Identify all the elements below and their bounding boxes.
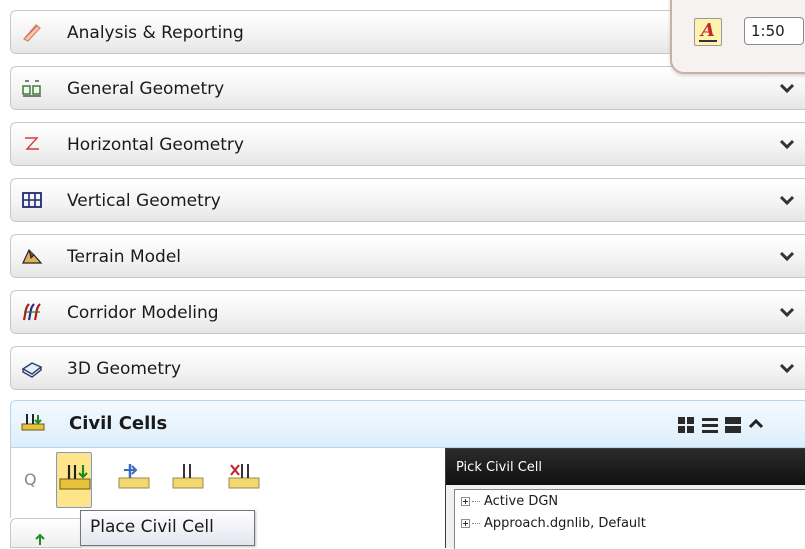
scale-field[interactable]: 1:50: [744, 17, 804, 45]
chevron-down-icon[interactable]: [779, 361, 795, 375]
general-geometry-icon: [22, 80, 41, 97]
panel-3d-geometry[interactable]: 3D Geometry: [10, 346, 805, 390]
civil-cell-tool-3[interactable]: [170, 452, 206, 508]
civil-cell-icon: [172, 464, 204, 489]
chevron-down-icon[interactable]: [779, 249, 795, 263]
place-civil-cell-icon: [59, 465, 91, 490]
horizontal-geometry-icon: [25, 137, 39, 150]
pick-civil-cell-dialog: Pick Civil Cell Active DGN Approach.dgnl…: [445, 448, 805, 549]
terrain-model-icon: [22, 248, 43, 264]
panel-next-collapsed[interactable]: [10, 518, 82, 548]
3d-geometry-icon: [21, 362, 43, 378]
panel-label: Corridor Modeling: [67, 303, 219, 323]
underline-bar: [699, 40, 717, 42]
panel-terrain-model[interactable]: Terrain Model: [10, 234, 805, 278]
panel-civil-cells[interactable]: Civil Cells: [10, 400, 805, 448]
civil-cell-tool-2[interactable]: [116, 452, 152, 508]
text-style-button[interactable]: A: [694, 18, 722, 46]
search-glyph[interactable]: Q: [24, 470, 37, 489]
civil-cell-tool-4[interactable]: [226, 452, 262, 508]
large-icon-view-icon[interactable]: [724, 416, 742, 434]
place-civil-cell-button[interactable]: [56, 452, 92, 508]
corridor-modeling-icon: [22, 303, 41, 321]
tooltip: Place Civil Cell: [80, 510, 255, 546]
floating-toolbar: A 1:50: [670, 0, 805, 74]
panel-label: General Geometry: [67, 79, 225, 99]
panel-corridor-modeling[interactable]: Corridor Modeling: [10, 290, 805, 334]
analysis-reporting-icon: [23, 24, 41, 42]
tree-item-label: Approach.dgnlib, Default: [484, 516, 646, 531]
panel-label: Vertical Geometry: [67, 191, 221, 211]
grid-view-icon[interactable]: [677, 416, 695, 434]
panel-vertical-geometry[interactable]: Vertical Geometry: [10, 178, 805, 222]
chevron-down-icon[interactable]: [779, 193, 795, 207]
delete-civil-cell-icon: [228, 464, 260, 489]
tree-item-label: Active DGN: [484, 494, 559, 509]
panel-label: Terrain Model: [67, 247, 181, 267]
list-view-icon[interactable]: [701, 416, 719, 434]
civil-cells-icon: [21, 414, 45, 431]
panel-label: Analysis & Reporting: [67, 23, 244, 43]
chevron-down-icon[interactable]: [779, 81, 795, 95]
expand-icon[interactable]: [461, 519, 470, 528]
panel-label: 3D Geometry: [67, 359, 182, 379]
place-civil-cell-alt-icon: [118, 464, 150, 489]
tree-item[interactable]: Active DGN: [461, 494, 558, 512]
chevron-down-icon[interactable]: [779, 137, 795, 151]
civil-cell-tree: Active DGN Approach.dgnlib, Default: [454, 489, 805, 549]
tree-item[interactable]: Approach.dgnlib, Default: [461, 516, 646, 534]
panel-label: Horizontal Geometry: [67, 135, 244, 155]
vertical-geometry-icon: [22, 192, 42, 208]
chevron-down-icon[interactable]: [779, 305, 795, 319]
panel-icon-partial: [35, 533, 45, 545]
collapse-icon[interactable]: [748, 417, 764, 431]
dialog-title[interactable]: Pick Civil Cell: [446, 449, 805, 485]
expand-icon[interactable]: [461, 497, 470, 506]
text-style-icon: A: [701, 20, 715, 41]
panel-horizontal-geometry[interactable]: Horizontal Geometry: [10, 122, 805, 166]
panel-label: Civil Cells: [69, 413, 168, 434]
